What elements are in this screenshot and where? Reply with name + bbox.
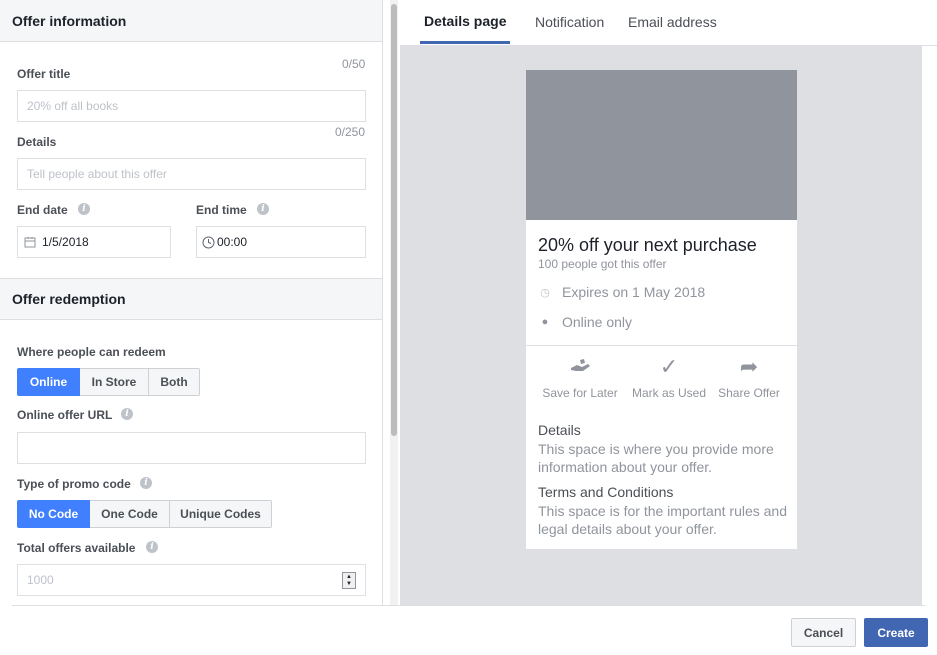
where-redeem-label: Where people can redeem — [17, 345, 166, 359]
end-time-label: End time — [196, 203, 247, 217]
create-offer-dialog: Offer information 0/50 Offer title 20% o… — [0, 0, 937, 655]
info-icon[interactable]: i — [146, 541, 158, 553]
globe-icon: ● — [541, 316, 549, 328]
offer-preview-card: 20% off your next purchase 100 people go… — [526, 70, 797, 549]
card-divider — [526, 345, 797, 346]
one-code-button[interactable]: One Code — [89, 500, 170, 528]
end-time-field[interactable]: 00:00 — [196, 226, 366, 258]
offer-card-subtitle: 100 people got this offer — [538, 257, 667, 271]
expires-text: Expires on 1 May 2018 — [562, 284, 706, 300]
total-offers-input[interactable]: 1000 ▲ ▼ — [17, 564, 366, 596]
details-counter: 0/250 — [335, 125, 366, 139]
offer-image-placeholder — [526, 70, 797, 220]
offer-redemption-header: Offer redemption — [0, 278, 382, 320]
redeem-online-button[interactable]: Online — [17, 368, 80, 396]
end-date-value: 1/5/2018 — [42, 235, 89, 249]
preview-edge — [922, 46, 937, 605]
offer-title-counter: 0/50 — [342, 57, 366, 71]
info-icon[interactable]: i — [121, 408, 133, 420]
tab-notification[interactable]: Notification — [535, 0, 604, 44]
share-offer-action[interactable]: ➦ Share Offer — [704, 354, 794, 401]
offer-card-title: 20% off your next purchase — [538, 235, 757, 255]
terms-text: This space is for the important rules an… — [538, 503, 788, 537]
total-offers-label: Total offers available — [17, 541, 136, 555]
create-button[interactable]: Create — [864, 618, 928, 647]
offer-title-label: Offer title — [17, 67, 71, 81]
quantity-stepper[interactable]: ▲ ▼ — [342, 572, 356, 589]
where-redeem-selector: Online In Store Both — [17, 368, 200, 396]
promo-code-selector: No Code One Code Unique Codes — [17, 500, 272, 528]
end-date-field[interactable]: 1/5/2018 — [17, 226, 171, 258]
details-input[interactable]: Tell people about this offer — [17, 158, 366, 190]
promo-code-label: Type of promo code — [17, 477, 131, 491]
details-heading: Details — [538, 422, 581, 438]
scrollbar-thumb[interactable] — [391, 4, 397, 436]
tab-email-address[interactable]: Email address — [628, 0, 717, 44]
mark-as-used-label: Mark as Used — [631, 386, 707, 400]
save-for-later-action[interactable]: Save for Later — [535, 356, 625, 400]
no-code-button[interactable]: No Code — [17, 500, 90, 528]
tab-details-page[interactable]: Details page — [420, 0, 511, 44]
checkmark-icon: ✓ — [659, 354, 679, 379]
save-for-later-label: Save for Later — [542, 386, 618, 400]
end-time-value: 00:00 — [217, 235, 248, 249]
offer-title-input[interactable]: 20% off all books — [17, 90, 366, 122]
redeem-in-store-button[interactable]: In Store — [79, 368, 149, 396]
details-label: Details — [17, 135, 57, 149]
location-text: Online only — [562, 314, 633, 330]
mark-as-used-action[interactable]: ✓ Mark as Used — [624, 354, 714, 401]
clock-icon: ◷ — [540, 286, 550, 299]
preview-tabs: Details page Notification Email address — [400, 0, 937, 46]
offer-information-header: Offer information — [0, 0, 382, 42]
expires-row: ◷ Expires on 1 May 2018 — [538, 284, 705, 300]
details-text: This space is where you provide more inf… — [538, 441, 774, 475]
cancel-button[interactable]: Cancel — [791, 618, 856, 647]
redeem-both-button[interactable]: Both — [148, 368, 200, 396]
footer-divider — [12, 605, 925, 606]
location-row: ● Online only — [538, 314, 632, 330]
clock-icon — [202, 236, 215, 248]
total-offers-placeholder: 1000 — [27, 573, 54, 587]
end-date-label: End date — [17, 203, 68, 217]
offer-form-panel: Offer information 0/50 Offer title 20% o… — [0, 0, 383, 605]
online-url-label: Online offer URL — [17, 408, 113, 422]
terms-heading: Terms and Conditions — [538, 484, 674, 500]
form-scrollbar[interactable] — [390, 0, 398, 605]
share-offer-label: Share Offer — [718, 386, 780, 400]
share-arrow-icon: ➦ — [739, 354, 759, 379]
info-icon[interactable]: i — [257, 203, 269, 215]
info-icon[interactable]: i — [78, 203, 90, 215]
calendar-icon — [24, 237, 36, 248]
online-url-input[interactable] — [17, 432, 366, 464]
info-icon[interactable]: i — [140, 477, 152, 489]
unique-codes-button[interactable]: Unique Codes — [169, 500, 272, 528]
hand-save-icon — [535, 356, 625, 382]
